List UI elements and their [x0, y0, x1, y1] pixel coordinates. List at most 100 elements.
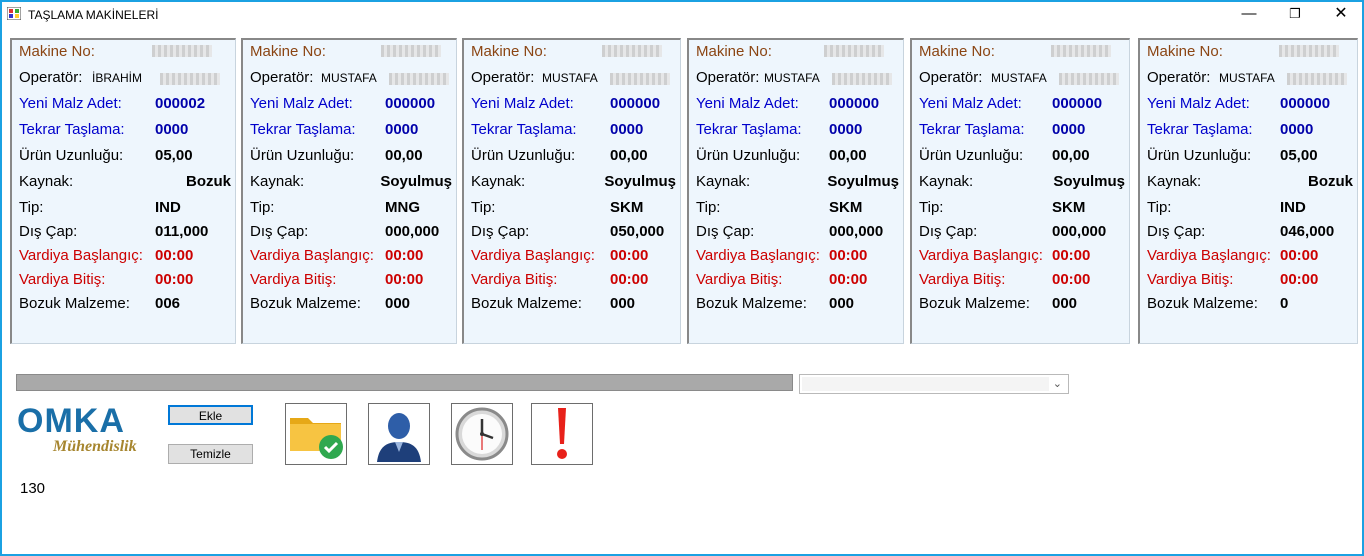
operator-name: MUSTAFA — [1219, 71, 1275, 85]
shift-start-label: Vardiya Başlangıç: — [250, 247, 374, 264]
defect-label: Bozuk Malzeme: — [19, 295, 130, 312]
new-qty-label: Yeni Malz Adet: — [919, 95, 1022, 112]
machine-no-label: Makine No: — [696, 43, 772, 60]
new-qty-label: Yeni Malz Adet: — [471, 95, 574, 112]
regrind-label: Tekrar Taşlama: — [471, 121, 577, 138]
regrind-value: 0000 — [1280, 121, 1314, 138]
shift-start-value: 00:00 — [829, 247, 868, 264]
regrind-value: 0000 — [610, 121, 644, 138]
type-label: Tip: — [1147, 199, 1172, 216]
logo-main-text: OMKA — [17, 402, 125, 440]
regrind-label: Tekrar Taşlama: — [250, 121, 356, 138]
defect-value: 000 — [385, 295, 411, 312]
restore-button[interactable]: ❐ — [1272, 2, 1318, 26]
outer-dia-label: Dış Çap: — [250, 223, 309, 240]
new-qty-value: 000002 — [155, 95, 206, 112]
shift-start-value: 00:00 — [385, 247, 424, 264]
outer-dia-value: 046,000 — [1280, 223, 1335, 240]
new-qty-label: Yeni Malz Adet: — [696, 95, 799, 112]
clock-button[interactable] — [451, 403, 513, 465]
machine-select[interactable]: ⌄ — [799, 374, 1069, 394]
outer-dia-label: Dış Çap: — [1147, 223, 1206, 240]
type-value: IND — [1280, 199, 1306, 216]
regrind-value: 0000 — [385, 121, 419, 138]
redacted-machine-name — [1279, 45, 1339, 57]
redacted-operator-surname — [610, 73, 670, 85]
user-icon — [377, 413, 421, 462]
chevron-down-icon[interactable]: ⌄ — [1053, 377, 1062, 390]
logo-sub-text: Mühendislik — [53, 438, 137, 455]
outer-dia-label: Dış Çap: — [919, 223, 978, 240]
new-qty-label: Yeni Malz Adet: — [1147, 95, 1250, 112]
folder-check-icon — [290, 418, 343, 459]
type-label: Tip: — [919, 199, 944, 216]
length-label: Ürün Uzunluğu: — [471, 147, 576, 164]
minimize-button[interactable]: — — [1226, 2, 1272, 26]
app-icon — [7, 7, 21, 20]
redacted-machine-name — [381, 45, 441, 57]
regrind-label: Tekrar Taşlama: — [1147, 121, 1253, 138]
regrind-value: 0000 — [829, 121, 863, 138]
defect-value: 000 — [1052, 295, 1078, 312]
shift-start-label: Vardiya Başlangıç: — [1147, 247, 1271, 264]
length-value: 00,00 — [610, 147, 648, 164]
type-value: SKM — [829, 199, 863, 216]
source-value: Bozuk — [1308, 173, 1353, 190]
defect-label: Bozuk Malzeme: — [250, 295, 361, 312]
shift-end-label: Vardiya Bitiş: — [919, 271, 1006, 288]
shift-end-value: 00:00 — [1052, 271, 1091, 288]
outer-dia-value: 000,000 — [385, 223, 440, 240]
regrind-value: 0000 — [1052, 121, 1086, 138]
clear-button[interactable]: Temizle — [168, 444, 253, 464]
source-label: Kaynak: — [1147, 173, 1202, 190]
machine-panel: Makine No: Operatör: MUSTAFA Yeni Malz Adet… — [910, 38, 1130, 344]
machine-no-label: Makine No: — [919, 43, 995, 60]
operator-label: Operatör: — [471, 69, 535, 86]
alert-icon — [557, 408, 567, 459]
regrind-label: Tekrar Taşlama: — [696, 121, 802, 138]
new-qty-label: Yeni Malz Adet: — [19, 95, 122, 112]
redacted-operator-surname — [1287, 73, 1347, 85]
type-label: Tip: — [19, 199, 44, 216]
defect-value: 0 — [1280, 295, 1289, 312]
length-label: Ürün Uzunluğu: — [1147, 147, 1252, 164]
machine-panel: Makine No: Operatör: MUSTAFA Yeni Malz Adet… — [241, 38, 457, 344]
regrind-label: Tekrar Taşlama: — [19, 121, 125, 138]
shift-start-value: 00:00 — [1052, 247, 1091, 264]
shift-start-label: Vardiya Başlangıç: — [471, 247, 595, 264]
alert-button[interactable] — [531, 403, 593, 465]
source-value: Soyulmuş — [604, 173, 676, 190]
redacted-machine-name — [152, 45, 212, 57]
shift-end-value: 00:00 — [385, 271, 424, 288]
outer-dia-value: 000,000 — [829, 223, 884, 240]
add-button[interactable]: Ekle — [168, 405, 253, 425]
shift-end-label: Vardiya Bitiş: — [471, 271, 558, 288]
close-button[interactable]: ✕ — [1318, 2, 1362, 26]
user-button[interactable] — [368, 403, 430, 465]
select-value — [802, 377, 1049, 391]
outer-dia-value: 050,000 — [610, 223, 665, 240]
regrind-value: 0000 — [155, 121, 189, 138]
type-value: MNG — [385, 199, 420, 216]
shift-end-value: 00:00 — [1280, 271, 1319, 288]
shift-end-label: Vardiya Bitiş: — [19, 271, 106, 288]
length-label: Ürün Uzunluğu: — [19, 147, 124, 164]
redacted-operator-surname — [832, 73, 892, 85]
operator-name: MUSTAFA — [991, 71, 1047, 85]
defect-label: Bozuk Malzeme: — [696, 295, 807, 312]
operator-label: Operatör: — [1147, 69, 1211, 86]
type-label: Tip: — [471, 199, 496, 216]
type-label: Tip: — [696, 199, 721, 216]
operator-label: Operatör: — [696, 69, 760, 86]
length-value: 00,00 — [829, 147, 867, 164]
operator-name: İBRAHİM — [92, 71, 143, 85]
shift-start-value: 00:00 — [155, 247, 194, 264]
folder-check-button[interactable] — [285, 403, 347, 465]
shift-end-label: Vardiya Bitiş: — [250, 271, 337, 288]
shift-end-value: 00:00 — [610, 271, 649, 288]
shift-start-label: Vardiya Başlangıç: — [696, 247, 820, 264]
source-label: Kaynak: — [471, 173, 526, 190]
machine-no-label: Makine No: — [471, 43, 547, 60]
outer-dia-value: 000,000 — [1052, 223, 1107, 240]
new-qty-label: Yeni Malz Adet: — [250, 95, 353, 112]
